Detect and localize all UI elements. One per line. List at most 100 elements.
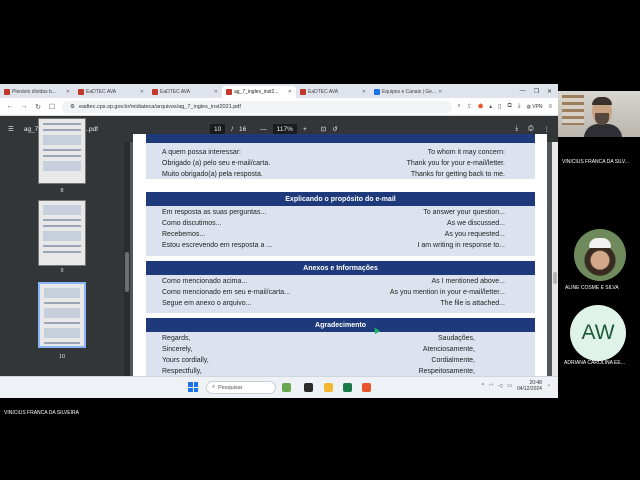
phrase-row: Como mencionado acima... As I mentioned a… <box>162 278 505 285</box>
system-tray: ^ ◠ ◁ ▭ 20:48 04/12/2024 ◔ <box>482 380 550 392</box>
section-header: Anexos e Informações <box>146 261 535 275</box>
participant-name: ADRIANA CAROLINA EE... <box>564 360 625 366</box>
forward-icon[interactable]: → <box>20 103 28 110</box>
thumbnail-sidebar: 8 9 10 <box>0 118 126 376</box>
download-icon[interactable]: ⤓ <box>518 103 521 110</box>
close-icon[interactable]: ✕ <box>288 89 292 95</box>
phrase-row: Recebemos... As you requested... <box>162 231 505 238</box>
rotate-icon[interactable]: ↺ <box>332 125 337 133</box>
close-icon[interactable]: ✕ <box>438 89 442 95</box>
windows-start-icon[interactable] <box>188 382 198 392</box>
thumbnail-label: 8 <box>60 188 64 194</box>
teams-icon <box>374 89 380 95</box>
zoom-out-icon[interactable]: — <box>260 126 267 133</box>
phrase-row: Como discutimos... As we discussed... <box>162 220 505 227</box>
sidebar-toggle-icon[interactable]: ▯ <box>498 103 501 110</box>
presenter-name: VINICIUS FRANCA DA SILVEIRA <box>4 410 79 416</box>
site-info-icon[interactable]: ⚙ <box>70 104 75 110</box>
close-icon[interactable]: ✕ <box>214 89 218 95</box>
page-scrollbar[interactable] <box>552 142 558 376</box>
reload-icon[interactable]: ↻ <box>34 103 42 111</box>
hamburger-menu-icon[interactable]: ☰ <box>8 125 14 133</box>
phrase-row: A quem possa interessar: To whom it may c… <box>162 149 505 156</box>
eadtec-icon <box>300 89 306 95</box>
scrollbar-thumb[interactable] <box>553 272 557 284</box>
more-options-icon[interactable]: ⋮ <box>544 125 551 133</box>
phrase-row: Muito obrigado(a) pela resposta. Thanks f… <box>162 171 505 178</box>
thumbnail-label: 9 <box>60 268 64 274</box>
phrase-row: Sincerely, Atenciosamente, <box>162 346 475 353</box>
store-icon[interactable] <box>343 383 352 392</box>
battery-icon[interactable]: ▭ <box>507 383 512 389</box>
phrase-row: Yours cordially, Cordialmente, <box>162 357 475 364</box>
notification-icon[interactable]: ◔ <box>547 383 550 389</box>
taskbar-search[interactable]: ⌕ Pesquisar <box>206 381 276 394</box>
browser-tab[interactable]: EaDTEC AVA ✕ <box>296 86 370 98</box>
browser-tab[interactable]: Equipes e Canais | Ge... ✕ <box>370 86 444 98</box>
browser-tab[interactable]: EaDTEC AVA ✕ <box>148 86 222 98</box>
browser-tab-active[interactable]: ag_7_ingles_inst2... ✕ <box>222 86 296 98</box>
download-icon[interactable]: ⤓ <box>515 125 518 133</box>
youtube-icon <box>4 89 10 95</box>
file-explorer-icon[interactable] <box>324 383 333 392</box>
page-thumbnail[interactable] <box>38 118 86 184</box>
thumbnail-scrollbar[interactable] <box>124 142 130 376</box>
zoom-level[interactable]: 117% <box>272 123 297 135</box>
vpn-icon: ◍ <box>526 103 531 110</box>
volume-icon[interactable]: ◁ <box>498 383 502 389</box>
meeting-window: Plenário dívidas b... ✕ EaDTEC AVA ✕ EaDTE… <box>0 0 640 480</box>
browser-tab[interactable]: EaDTEC AVA ✕ <box>74 86 148 98</box>
search-icon: ⌕ <box>212 384 216 390</box>
close-icon[interactable]: ✕ <box>140 89 144 95</box>
bookmark-icon[interactable]: ☐ <box>48 103 56 111</box>
section-header <box>146 134 535 143</box>
close-window-icon[interactable]: ✕ <box>547 88 552 95</box>
zoom-icon[interactable]: ⌕ <box>458 103 461 110</box>
brave-browser-icon[interactable] <box>362 383 371 392</box>
participant-avatar[interactable] <box>574 229 626 281</box>
pdf-file-icon <box>226 89 232 95</box>
task-view-icon[interactable] <box>304 383 313 392</box>
vpn-button[interactable]: ◍ VPN <box>526 104 542 110</box>
back-icon[interactable]: ← <box>6 103 14 110</box>
page-number-input[interactable]: 10 <box>210 123 226 135</box>
address-bar: ← → ↻ ☐ ⚙ eadtec.cps.sp.gov.br/midiateca… <box>0 98 558 116</box>
zoom-in-icon[interactable]: + <box>303 126 307 133</box>
url-field[interactable]: ⚙ eadtec.cps.sp.gov.br/midiateca/arquivo… <box>62 100 452 113</box>
widget-icon[interactable] <box>282 383 291 392</box>
scrollbar-thumb[interactable] <box>125 252 129 292</box>
phrase-row: Obrigado (a) pelo seu e-mail/carta. Thank… <box>162 160 505 167</box>
close-icon[interactable]: ✕ <box>66 89 70 95</box>
page-thumbnail[interactable] <box>38 200 86 266</box>
menu-icon[interactable]: ≡ <box>548 104 552 110</box>
browser-tab[interactable]: Plenário dívidas b... ✕ <box>0 86 74 98</box>
fit-page-icon[interactable]: ⊡ <box>321 125 326 133</box>
participant-name: VINICIUS FRANCA DA SILV... <box>562 159 629 165</box>
clock[interactable]: 20:48 04/12/2024 <box>517 380 542 392</box>
section-header: Explicando o propósito do e-mail <box>146 192 535 206</box>
wallet-icon[interactable]: ▴ <box>489 103 492 110</box>
brave-shield-icon[interactable]: ⬟ <box>478 103 483 110</box>
print-icon[interactable]: ⎙ <box>528 125 533 133</box>
minimize-icon[interactable]: — <box>520 88 526 94</box>
phrase-row: Regards, Saudações, <box>162 335 475 342</box>
wifi-icon[interactable]: ◠ <box>489 383 493 389</box>
windows-taskbar: ⌕ Pesquisar ^ ◠ ◁ ▭ 20:48 04/12/2024 ◔ <box>0 376 558 398</box>
pdf-page: A quem possa interessar: To whom it may c… <box>133 134 547 382</box>
page-thumbnail-selected[interactable] <box>38 282 86 348</box>
close-icon[interactable]: ✕ <box>362 89 366 95</box>
share-icon[interactable]: ⇪ <box>467 103 472 110</box>
participant-video[interactable] <box>558 91 640 137</box>
participant-name: ALINE COSME E SILVA <box>565 285 619 291</box>
window-controls: — ❐ ✕ <box>514 84 558 98</box>
chevron-up-icon[interactable]: ^ <box>482 383 484 389</box>
extensions-icon[interactable]: ⧉ <box>507 103 511 110</box>
browser-tab-strip: Plenário dívidas b... ✕ EaDTEC AVA ✕ EaDTE… <box>0 84 558 98</box>
thumbnail-label: 10 <box>58 354 66 360</box>
section-header: Agradecimento <box>146 318 535 332</box>
maximize-icon[interactable]: ❐ <box>534 88 539 95</box>
page-separator: / <box>231 125 234 133</box>
participant-initials-avatar[interactable]: AW <box>570 305 626 361</box>
pdf-actions: ⤓ ⎙ ⋮ <box>515 125 550 133</box>
phrase-row: Estou escrevendo em resposta a ... I am w… <box>162 242 505 249</box>
